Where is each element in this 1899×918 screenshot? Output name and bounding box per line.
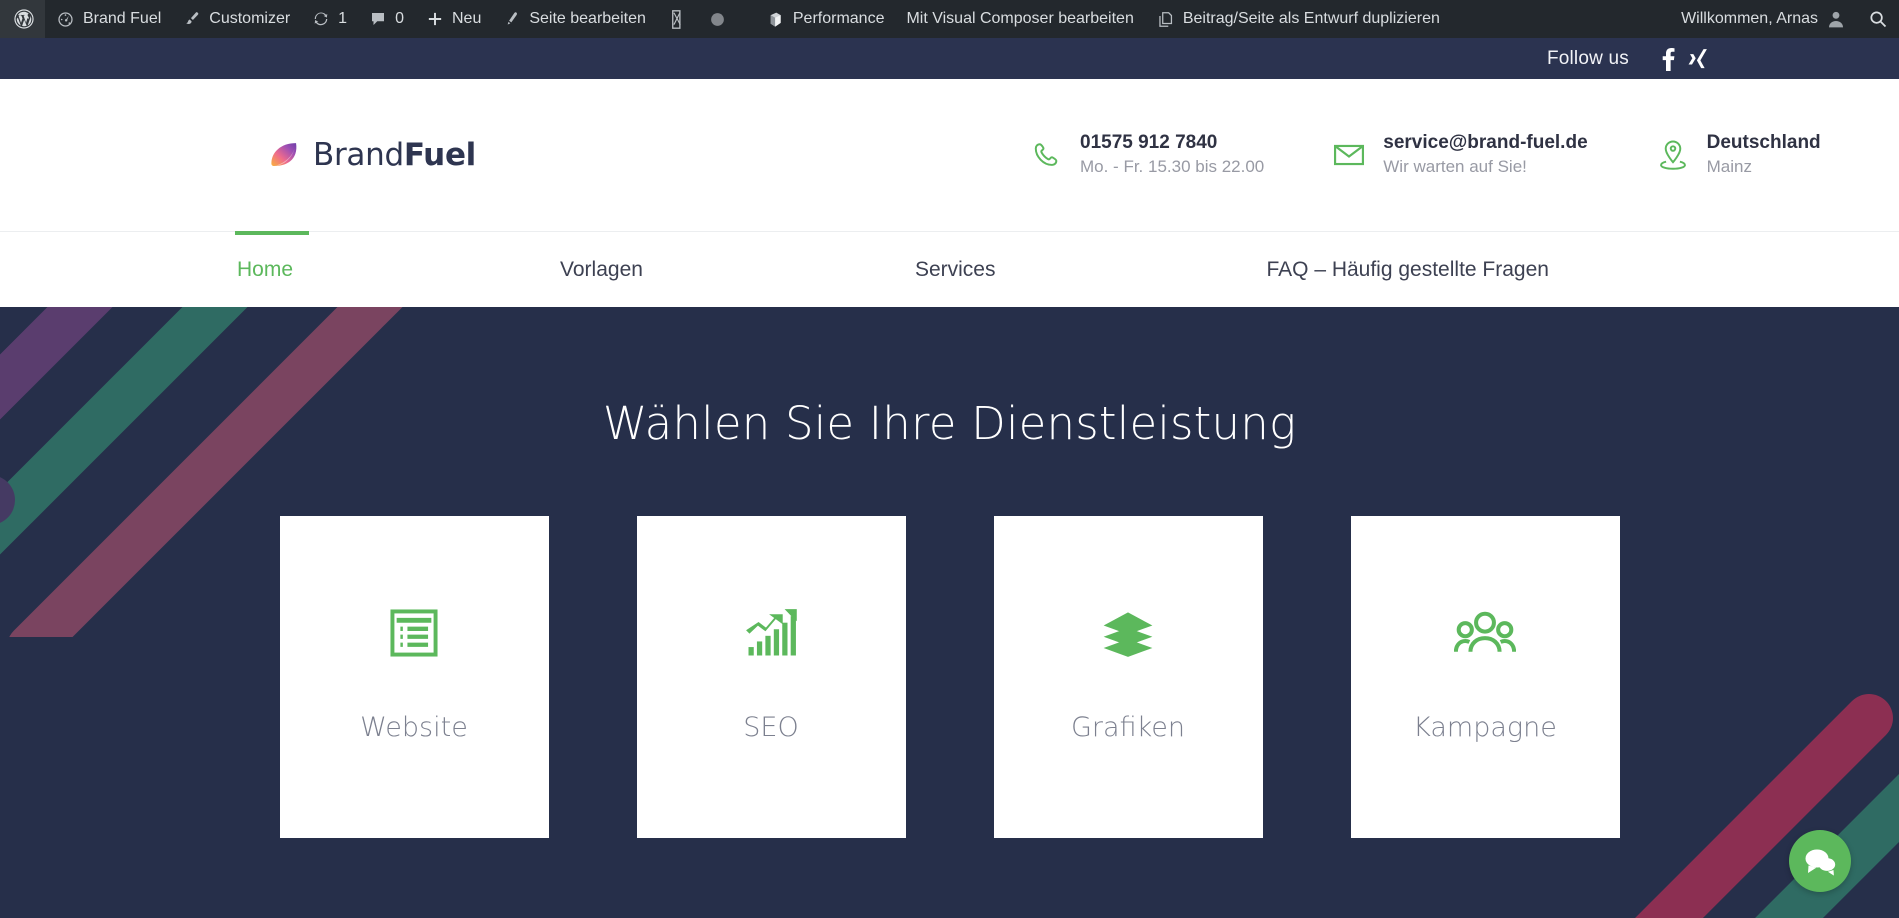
main-navigation: Home Vorlagen Services FAQ – Häufig gest… <box>0 231 1899 307</box>
performance-cube-icon <box>766 10 785 29</box>
admin-bar-comments-count: 0 <box>395 10 404 27</box>
dashboard-gauge-icon <box>56 10 75 29</box>
admin-bar-visual-composer[interactable]: Mit Visual Composer bearbeiten <box>895 0 1144 38</box>
chat-widget-button[interactable] <box>1789 830 1851 892</box>
plus-icon <box>426 10 444 28</box>
brand-wordmark: BrandFuel <box>313 137 476 173</box>
admin-bar-duplicate-label: Beitrag/Seite als Entwurf duplizieren <box>1182 10 1440 27</box>
hero-section: Wählen Sie Ihre Dienstleistung Website S… <box>0 307 1899 918</box>
xing-icon[interactable] <box>1685 46 1711 72</box>
admin-bar-account-label: Willkommen, Arnas <box>1681 10 1818 27</box>
nav-active-underline <box>235 231 309 235</box>
nav-item-services[interactable]: Services <box>913 232 998 307</box>
admin-bar-account[interactable]: Willkommen, Arnas <box>1670 0 1857 38</box>
follow-us-label: Follow us <box>1546 47 1629 69</box>
nav-item-vorlagen-label: Vorlagen <box>560 257 643 281</box>
contact-location-city: Mainz <box>1706 156 1752 176</box>
updates-refresh-icon <box>312 10 330 28</box>
admin-bar-comments[interactable]: 0 <box>358 0 415 38</box>
service-card-kampagne[interactable]: Kampagne <box>1350 516 1620 838</box>
service-card-website[interactable]: Website <box>279 516 549 838</box>
admin-bar-updates-count: 1 <box>338 10 348 27</box>
contact-location-country: Deutschland <box>1706 132 1821 154</box>
admin-bar-new[interactable]: Neu <box>415 0 492 38</box>
admin-bar-site-name-label: Brand Fuel <box>83 10 162 27</box>
service-card-seo-label: SEO <box>743 712 799 743</box>
admin-bar-performance[interactable]: Performance <box>755 0 896 38</box>
browser-window-list-icon <box>382 601 446 665</box>
nav-item-services-label: Services <box>914 257 996 281</box>
wp-admin-bar: Brand Fuel Customizer 1 0 Neu Seite bear… <box>0 0 1899 38</box>
brand-logo[interactable]: BrandFuel <box>268 137 476 173</box>
paintbrush-icon <box>183 10 201 28</box>
chat-bubbles-icon <box>1803 845 1837 877</box>
brandfuel-flame-logo-icon <box>271 143 297 167</box>
contact-location-text: Deutschland Mainz <box>1707 131 1821 178</box>
service-card-grafiken-label: Grafiken <box>1071 712 1185 743</box>
admin-bar-search-button[interactable] <box>1857 0 1899 38</box>
service-card-website-label: Website <box>360 712 468 743</box>
contact-location[interactable]: Deutschland Mainz <box>1656 131 1821 178</box>
contact-email-note: Wir warten auf Sie! <box>1383 156 1527 176</box>
brand-word-light: Brand <box>313 137 404 173</box>
service-card-seo[interactable]: SEO <box>636 516 906 838</box>
service-card-grid: Website SEO Grafiken Kampagne <box>279 516 1620 838</box>
search-icon <box>1868 9 1888 29</box>
hero-content: Wählen Sie Ihre Dienstleistung Website S… <box>0 307 1899 838</box>
nav-item-home[interactable]: Home <box>235 231 309 307</box>
admin-bar-customizer[interactable]: Customizer <box>172 0 301 38</box>
admin-bar-customizer-label: Customizer <box>209 10 291 27</box>
contact-phone-text: 01575 912 7840 Mo. - Fr. 15.30 bis 22.00 <box>1080 131 1264 178</box>
contact-phone[interactable]: 01575 912 7840 Mo. - Fr. 15.30 bis 22.00 <box>1029 131 1264 178</box>
admin-bar-yoast-score[interactable] <box>698 0 737 38</box>
admin-bar-duplicate[interactable]: Beitrag/Seite als Entwurf duplizieren <box>1145 0 1451 38</box>
service-card-grafiken[interactable]: Grafiken <box>993 516 1263 838</box>
admin-bar-updates[interactable]: 1 <box>301 0 358 38</box>
follow-us-bar: Follow us <box>0 38 1899 79</box>
stacked-layers-icon <box>1096 601 1160 665</box>
wordpress-logo-button[interactable] <box>0 0 45 38</box>
contact-email-text: service@brand-fuel.de Wir warten auf Sie… <box>1383 131 1587 178</box>
admin-bar-edit-page-label: Seite bearbeiten <box>529 10 646 27</box>
page-title: Wählen Sie Ihre Dienstleistung <box>602 397 1297 450</box>
nav-item-faq-label: FAQ – Häufig gestellte Fragen <box>1266 257 1549 281</box>
contact-phone-number: 01575 912 7840 <box>1080 132 1218 154</box>
avatar-person-icon <box>1826 9 1846 29</box>
nav-item-vorlagen[interactable]: Vorlagen <box>558 232 645 307</box>
admin-bar-new-label: Neu <box>451 10 482 27</box>
yoast-seo-icon <box>668 9 687 30</box>
service-card-kampagne-label: Kampagne <box>1413 712 1557 743</box>
admin-bar-yoast[interactable] <box>657 0 698 38</box>
site-header: BrandFuel 01575 912 7840 Mo. - Fr. 15.30… <box>0 79 1899 231</box>
nav-gap <box>295 232 558 307</box>
wordpress-logo-icon <box>13 8 35 30</box>
map-pin-icon <box>1656 136 1690 174</box>
pencil-edit-icon <box>503 10 521 28</box>
growth-bar-chart-arrow-icon <box>739 601 803 665</box>
admin-bar-edit-page[interactable]: Seite bearbeiten <box>492 0 657 38</box>
admin-bar-visual-composer-label: Mit Visual Composer bearbeiten <box>906 10 1134 27</box>
admin-bar-site-name[interactable]: Brand Fuel <box>45 0 172 38</box>
nav-item-home-label: Home <box>237 257 294 281</box>
nav-gap <box>997 232 1264 307</box>
comment-bubble-icon <box>369 10 387 28</box>
admin-bar-performance-label: Performance <box>792 10 885 27</box>
contact-phone-hours: Mo. - Fr. 15.30 bis 22.00 <box>1080 156 1265 176</box>
duplicate-pages-icon <box>1156 10 1175 29</box>
circle-status-icon <box>709 11 726 28</box>
contact-email-address: service@brand-fuel.de <box>1383 132 1588 154</box>
people-group-icon <box>1453 601 1517 665</box>
facebook-icon[interactable] <box>1655 46 1681 72</box>
header-contact-group: 01575 912 7840 Mo. - Fr. 15.30 bis 22.00… <box>1029 131 1821 178</box>
nav-item-faq[interactable]: FAQ – Häufig gestellte Fragen <box>1264 232 1551 307</box>
phone-icon <box>1029 136 1063 174</box>
brand-word-bold: Fuel <box>403 137 476 173</box>
nav-gap <box>645 232 913 307</box>
contact-email[interactable]: service@brand-fuel.de Wir warten auf Sie… <box>1332 131 1588 178</box>
envelope-icon <box>1332 136 1366 174</box>
